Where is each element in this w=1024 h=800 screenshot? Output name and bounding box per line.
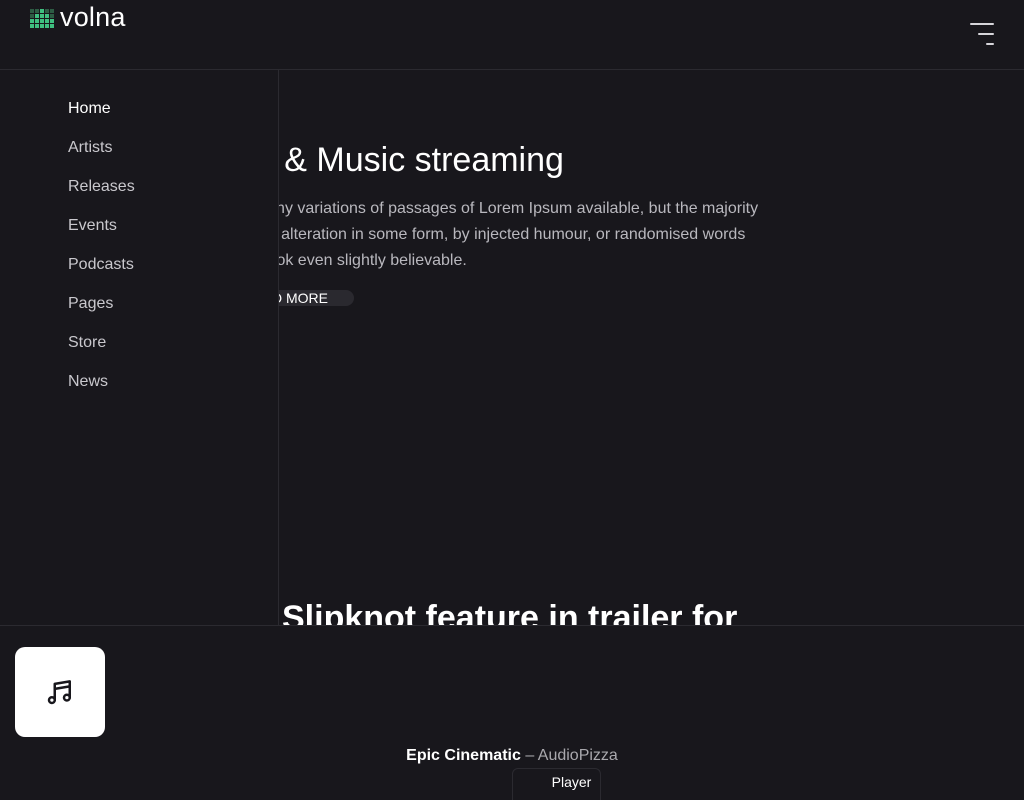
sidebar-nav: Home Artists Releases Events Podcasts Pa… <box>68 99 135 411</box>
equalizer-grid-icon <box>30 8 54 28</box>
logo-text: volna <box>60 2 126 32</box>
music-note-icon <box>47 680 71 705</box>
sidebar-item-pages[interactable]: Pages <box>68 294 113 314</box>
logo[interactable]: volna <box>30 2 126 32</box>
track-artist: AudioPizza <box>537 747 618 764</box>
sidebar-item-store[interactable]: Store <box>68 333 106 353</box>
track-cover[interactable] <box>15 647 105 737</box>
track-title: Epic Cinematic <box>406 747 521 764</box>
sidebar-item-events[interactable]: Events <box>68 216 117 236</box>
sidebar-item-home[interactable]: Home <box>68 99 111 119</box>
sidebar: Home Artists Releases Events Podcasts Pa… <box>0 0 279 626</box>
player-tooltip: Player <box>512 768 601 800</box>
audio-player: Epic Cinematic – AudioPizza Player <box>0 625 1024 800</box>
site-header: volna <box>0 0 1024 70</box>
news-headline[interactable]: Slipknot feature in trailer for <box>282 598 737 626</box>
sidebar-item-artists[interactable]: Artists <box>68 138 112 158</box>
track-info: Epic Cinematic – AudioPizza <box>0 746 1024 766</box>
sidebar-item-releases[interactable]: Releases <box>68 177 135 197</box>
track-separator: – <box>525 747 535 764</box>
hero-title-text: & Music streaming <box>284 141 564 179</box>
sidebar-item-news[interactable]: News <box>68 372 108 392</box>
hamburger-menu-button[interactable] <box>968 22 994 48</box>
sidebar-item-podcasts[interactable]: Podcasts <box>68 255 134 275</box>
